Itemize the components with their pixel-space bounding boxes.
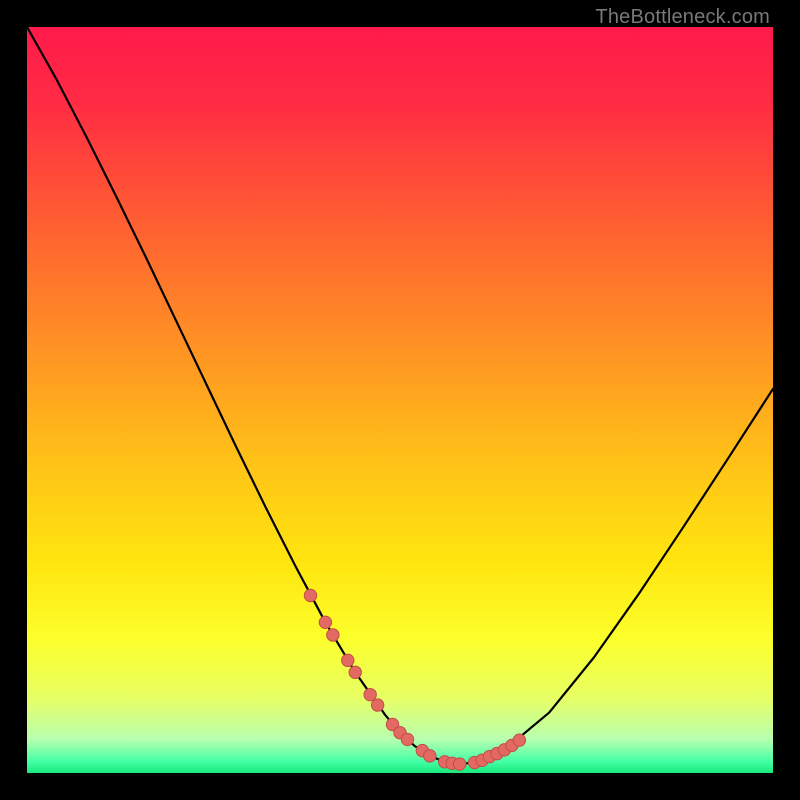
- curve-marker: [453, 758, 465, 770]
- curve-marker: [371, 699, 383, 711]
- watermark-text: TheBottleneck.com: [595, 6, 770, 29]
- curve-marker: [401, 733, 413, 745]
- curve-marker: [349, 666, 361, 678]
- bottleneck-curve: [27, 27, 773, 764]
- curve-layer: [27, 27, 773, 773]
- plot-area: [27, 27, 773, 773]
- curve-marker: [364, 688, 376, 700]
- curve-marker: [424, 750, 436, 762]
- curve-marker: [319, 616, 331, 628]
- curve-markers: [304, 589, 525, 770]
- curve-marker: [342, 654, 354, 666]
- curve-marker: [327, 629, 339, 641]
- chart-frame: TheBottleneck.com: [0, 0, 800, 800]
- curve-marker: [304, 589, 316, 601]
- curve-marker: [513, 734, 525, 746]
